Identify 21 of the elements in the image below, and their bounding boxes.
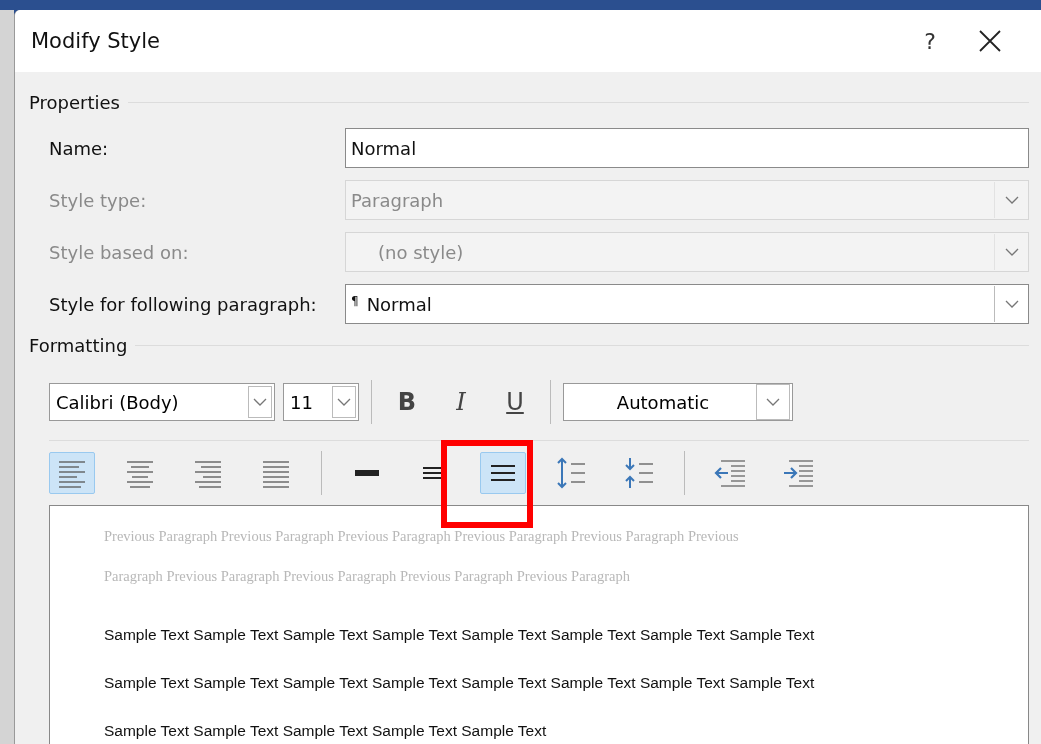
preview-text: Paragraph Previous Paragraph Previous Paragraph Previous Paragraph Previous Paragraph (104, 568, 631, 586)
section-heading: Properties (29, 92, 120, 113)
section-heading: Formatting (29, 335, 128, 356)
italic-button[interactable]: I (438, 382, 484, 422)
window-title: Modify Style (31, 29, 161, 53)
sample-text: Sample Text Sample Text Sample Text Sample Text Sample Text Sample Text Sample Text Sample Text (104, 626, 816, 645)
font-dropdown[interactable]: Calibri (Body) (49, 383, 275, 421)
field-label: Style for following paragraph: (49, 293, 318, 315)
bold-button[interactable]: B (384, 382, 430, 422)
sample-text: Sample Text Sample Text Sample Text Sample Text Sample Text (104, 722, 548, 741)
field-label: Style type: (49, 189, 148, 211)
size-dropdown[interactable]: 11 (283, 383, 359, 421)
underline-button[interactable]: U (492, 382, 538, 422)
input-field[interactable]: Normal (345, 128, 1029, 168)
dropdown-field[interactable]: ¶ Normal (345, 284, 1029, 324)
field-label: Style based on: (49, 241, 190, 263)
sample-text: Sample Text Sample Text Sample Text Sample Text Sample Text Sample Text Sample Text Sample Text (104, 674, 816, 693)
color-dropdown[interactable]: Automatic (563, 383, 793, 421)
help-button[interactable]: ? (905, 27, 955, 55)
preview-text: Previous Paragraph Previous Paragraph Previous Paragraph Previous Paragraph Previous Paragraph Previous (104, 528, 740, 546)
field-label: Name: (49, 137, 110, 159)
